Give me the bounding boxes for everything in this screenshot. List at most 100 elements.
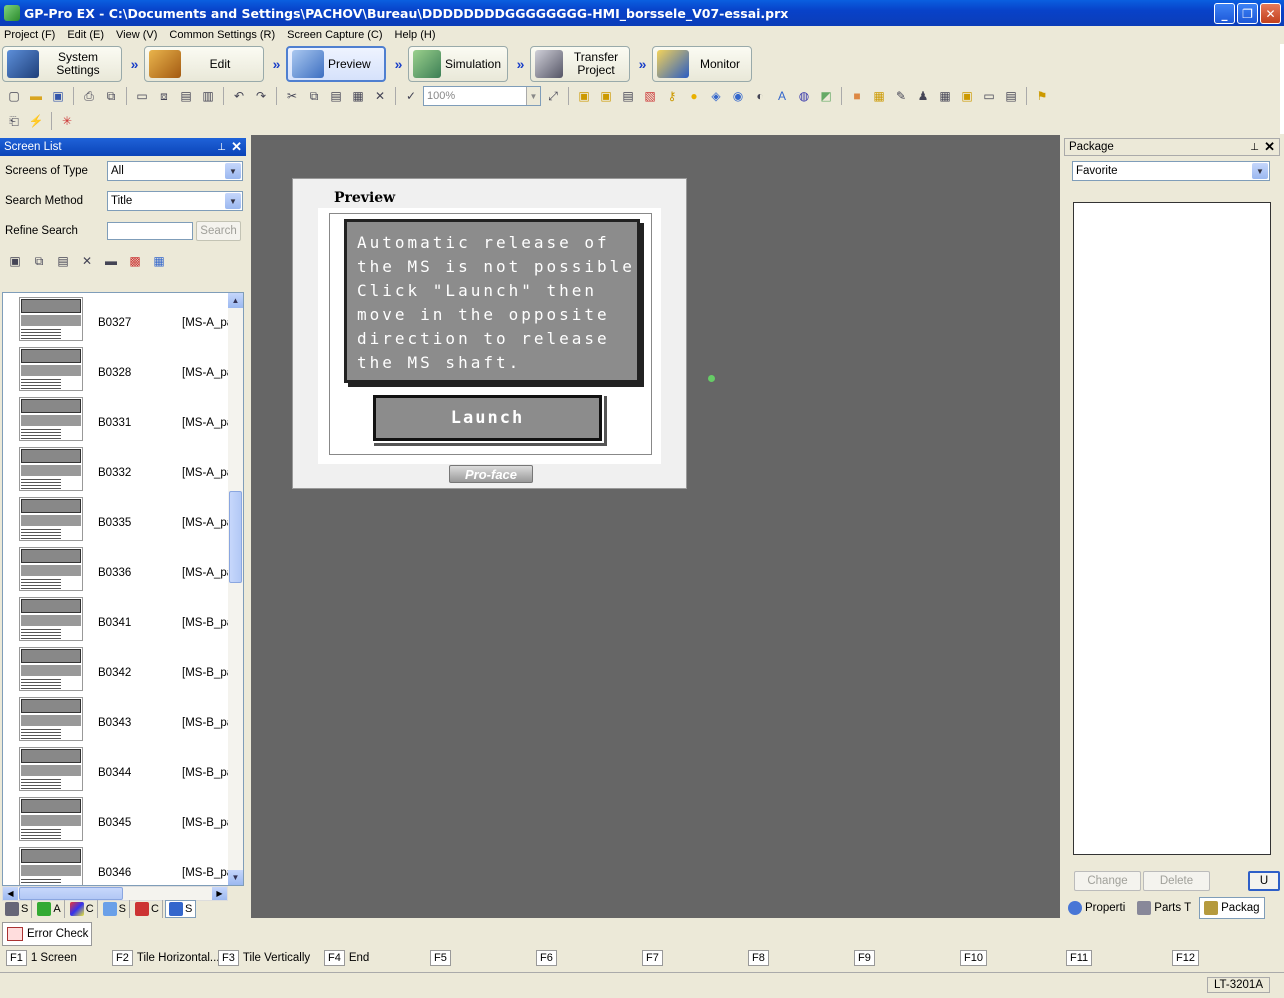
f11-key[interactable]: F11 (1066, 950, 1096, 966)
tab-address[interactable]: A (34, 900, 65, 918)
delete-screen-icon[interactable]: ✕ (77, 251, 97, 271)
print-icon[interactable]: ⎙ (79, 86, 99, 106)
device-icon[interactable]: ◍ (794, 86, 814, 106)
list-item[interactable]: B0332 [MS-A_pa (3, 443, 229, 493)
change-button[interactable]: Change (1074, 871, 1141, 891)
grid-icon[interactable]: ✳ (57, 111, 77, 131)
logic-icon[interactable]: ◉ (728, 86, 748, 106)
tab-color[interactable]: C (67, 900, 98, 918)
f8-key[interactable]: F8 (748, 950, 773, 966)
list-item[interactable]: B0328 [MS-A_pa (3, 343, 229, 393)
tab-screens[interactable]: S (2, 900, 33, 918)
list-item[interactable]: B0327 [MS-A_pa (3, 293, 229, 343)
import-icon[interactable]: ▤ (176, 86, 196, 106)
menu-screen-capture[interactable]: Screen Capture (C) (287, 29, 382, 41)
window-list-icon[interactable]: ▣ (596, 86, 616, 106)
text-icon[interactable]: A (772, 86, 792, 106)
alert-icon[interactable]: ● (684, 86, 704, 106)
pin-icon[interactable]: ⊥ (1250, 142, 1259, 153)
menu-view[interactable]: View (V) (116, 29, 157, 41)
f7-key[interactable]: F7 (642, 950, 667, 966)
preview-button[interactable]: Preview (286, 46, 386, 82)
text-table-icon[interactable]: ▤ (618, 86, 638, 106)
paste-special-icon[interactable]: ▦ (348, 86, 368, 106)
pin-icon[interactable]: ⊥ (217, 142, 226, 153)
monitor-button[interactable]: Monitor (652, 46, 752, 82)
transfer-project-button[interactable]: Transfer Project (530, 46, 630, 82)
list-item[interactable]: B0342 [MS-B_pa (3, 643, 229, 693)
search-button[interactable]: Search (196, 221, 241, 241)
chevron-down-icon[interactable]: ▼ (225, 193, 241, 209)
system-settings-button[interactable]: System Settings (2, 46, 122, 82)
delete-button[interactable]: Delete (1143, 871, 1210, 891)
package-category-select[interactable]: Favorite ▼ (1072, 161, 1270, 181)
vertical-scrollbar[interactable]: ▲ ▼ (228, 293, 243, 885)
tab-common[interactable]: C (132, 900, 163, 918)
f2-key[interactable]: F2 Tile Horizontal... (112, 950, 220, 966)
new-file-icon[interactable]: ▢ (4, 86, 24, 106)
copy-screen-icon[interactable]: ⧉ (29, 251, 49, 271)
open-folder-icon[interactable]: ▬ (26, 86, 46, 106)
color-screen-icon[interactable]: ▩ (125, 251, 145, 271)
f9-key[interactable]: F9 (854, 950, 879, 966)
address-icon[interactable]: ▤ (1001, 86, 1021, 106)
f6-key[interactable]: F6 (536, 950, 561, 966)
list-item[interactable]: B0343 [MS-B_pa (3, 693, 229, 743)
color-icon[interactable]: ■ (847, 86, 867, 106)
tab-properties[interactable]: Properti (1064, 897, 1129, 919)
horizontal-scrollbar[interactable]: ◀ ▶ (2, 886, 228, 901)
screen-icon[interactable]: ▭ (132, 86, 152, 106)
delete-icon[interactable]: ✕ (370, 86, 390, 106)
minimize-button[interactable]: _ (1214, 3, 1235, 24)
refine-search-input[interactable] (107, 222, 193, 240)
print-preview-icon[interactable]: ⧉ (101, 86, 121, 106)
zoom-select[interactable]: 100% ▼ (423, 86, 541, 106)
list-item[interactable]: B0335 [MS-A_pa (3, 493, 229, 543)
chart-icon[interactable]: ▦ (869, 86, 889, 106)
close-button[interactable]: ✕ (1260, 3, 1281, 24)
scroll-up-icon[interactable]: ▲ (228, 293, 243, 308)
sound-icon[interactable]: ◐ (750, 86, 770, 106)
properties-icon[interactable]: ▬ (101, 251, 121, 271)
f10-key[interactable]: F10 (960, 950, 991, 966)
list-item[interactable]: B0341 [MS-B_pa (3, 593, 229, 643)
video-icon[interactable]: ▭ (979, 86, 999, 106)
tab-screen-list[interactable]: S (164, 900, 197, 918)
menu-project[interactable]: Project (F) (4, 29, 55, 41)
new-screen-icon[interactable]: ▣ (5, 251, 25, 271)
screens-of-type-select[interactable]: All ▼ (107, 161, 243, 181)
menu-help[interactable]: Help (H) (395, 29, 436, 41)
scroll-thumb[interactable] (19, 887, 123, 900)
f3-key[interactable]: F3 Tile Vertically (218, 950, 310, 966)
list-item[interactable]: B0331 [MS-A_pa (3, 393, 229, 443)
package-icon[interactable]: ▣ (957, 86, 977, 106)
edit-button[interactable]: Edit (144, 46, 264, 82)
pointer-icon[interactable]: ⎗ (4, 111, 24, 131)
launch-button[interactable]: Launch (373, 395, 602, 441)
scroll-down-icon[interactable]: ▼ (228, 870, 243, 885)
list-item[interactable]: B0345 [MS-B_pa (3, 793, 229, 843)
image-icon[interactable]: ▧ (640, 86, 660, 106)
f5-key[interactable]: F5 (430, 950, 455, 966)
menu-common-settings[interactable]: Common Settings (R) (169, 29, 275, 41)
scroll-right-icon[interactable]: ▶ (212, 887, 227, 900)
copy-icon[interactable]: ⧉ (304, 86, 324, 106)
search-method-select[interactable]: Title ▼ (107, 191, 243, 211)
note-icon[interactable]: ✎ (891, 86, 911, 106)
chevron-down-icon[interactable]: ▼ (225, 163, 241, 179)
table-icon[interactable]: ▦ (935, 86, 955, 106)
chevron-down-icon[interactable]: ▼ (1252, 163, 1268, 179)
undo-icon[interactable]: ↶ (229, 86, 249, 106)
scroll-thumb[interactable] (229, 491, 242, 583)
key-icon[interactable]: ⚷ (662, 86, 682, 106)
f1-key[interactable]: F1 1 Screen (6, 950, 77, 966)
paste-screen-icon[interactable]: ▤ (53, 251, 73, 271)
save-icon[interactable]: ▣ (48, 86, 68, 106)
spellcheck-icon[interactable]: ✓ (401, 86, 421, 106)
close-icon[interactable]: ✕ (231, 139, 242, 155)
maximize-button[interactable]: ❐ (1237, 3, 1258, 24)
tab-package[interactable]: Packag (1199, 897, 1265, 919)
fit-window-icon[interactable]: ⤢ (543, 86, 563, 106)
screens-icon[interactable]: ⧈ (154, 86, 174, 106)
paste-icon[interactable]: ▤ (326, 86, 346, 106)
